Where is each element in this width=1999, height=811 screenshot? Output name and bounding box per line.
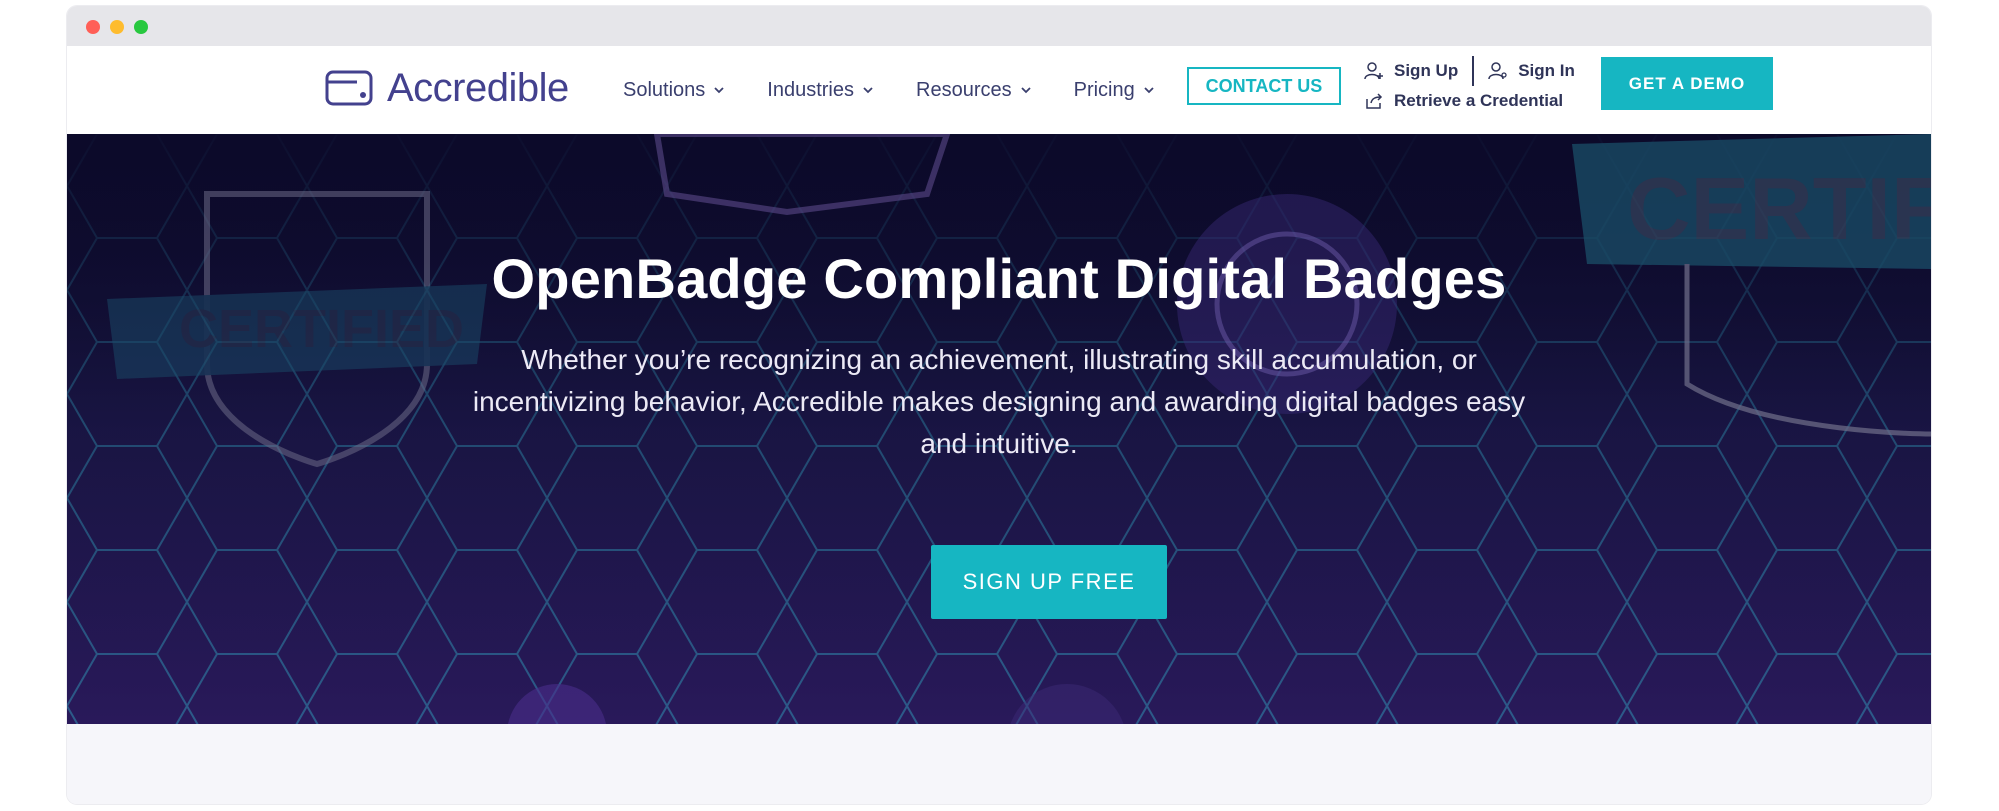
sign-in-link[interactable]: Sign In — [1488, 61, 1575, 81]
close-window-button[interactable] — [86, 20, 100, 34]
maximize-window-button[interactable] — [134, 20, 148, 34]
chevron-down-icon — [1144, 87, 1154, 94]
nav-solutions-label: Solutions — [623, 78, 706, 101]
sign-up-link[interactable]: Sign Up — [1364, 61, 1458, 81]
contact-us-button[interactable]: CONTACT US — [1187, 67, 1341, 105]
window-titlebar — [67, 6, 1931, 46]
chevron-down-icon — [714, 87, 724, 94]
nav-solutions[interactable]: Solutions — [623, 79, 725, 102]
user-key-icon — [1488, 62, 1507, 80]
nav-resources-label: Resources — [916, 78, 1012, 101]
nav-resources[interactable]: Resources — [916, 79, 1032, 102]
hero-title: OpenBadge Compliant Digital Badges — [491, 247, 1507, 310]
site-header: Accredible Solutions Industries Resource… — [67, 46, 1931, 134]
nav-pricing-label: Pricing — [1073, 78, 1135, 101]
chevron-down-icon — [1020, 87, 1031, 94]
chevron-down-icon — [863, 87, 873, 94]
sign-up-free-button[interactable]: SIGN UP FREE — [931, 545, 1167, 619]
next-section — [67, 724, 1931, 804]
brand-name: Accredible — [387, 65, 569, 110]
credential-card-icon — [325, 70, 373, 106]
divider — [1472, 56, 1475, 86]
account-links: Sign Up Sign In Retrieve a Credential — [1364, 56, 1575, 116]
browser-window: Accredible Solutions Industries Resource… — [67, 6, 1931, 804]
minimize-window-button[interactable] — [110, 20, 124, 34]
hero-subtitle: Whether you’re recognizing an achievemen… — [472, 344, 1526, 459]
nav-pricing[interactable]: Pricing — [1074, 79, 1155, 102]
nav-industries[interactable]: Industries — [767, 79, 874, 102]
retrieve-credential-label: Retrieve a Credential — [1394, 91, 1564, 110]
get-a-demo-button[interactable]: GET A DEMO — [1601, 57, 1773, 110]
hero-section: CERTIFIED CERTIF OpenBadge Compliant Dig… — [67, 134, 1931, 724]
bg-certif-text: CERTIF — [1627, 159, 1931, 258]
add-user-icon — [1364, 62, 1383, 80]
main-nav: Solutions Industries Resources Pricing — [623, 46, 1197, 134]
retrieve-credential-link[interactable]: Retrieve a Credential — [1364, 91, 1563, 111]
share-arrow-icon — [1366, 93, 1383, 109]
sign-in-label: Sign In — [1518, 61, 1575, 80]
brand-logo[interactable]: Accredible — [325, 64, 569, 112]
nav-industries-label: Industries — [767, 78, 854, 101]
sign-up-label: Sign Up — [1394, 61, 1459, 80]
